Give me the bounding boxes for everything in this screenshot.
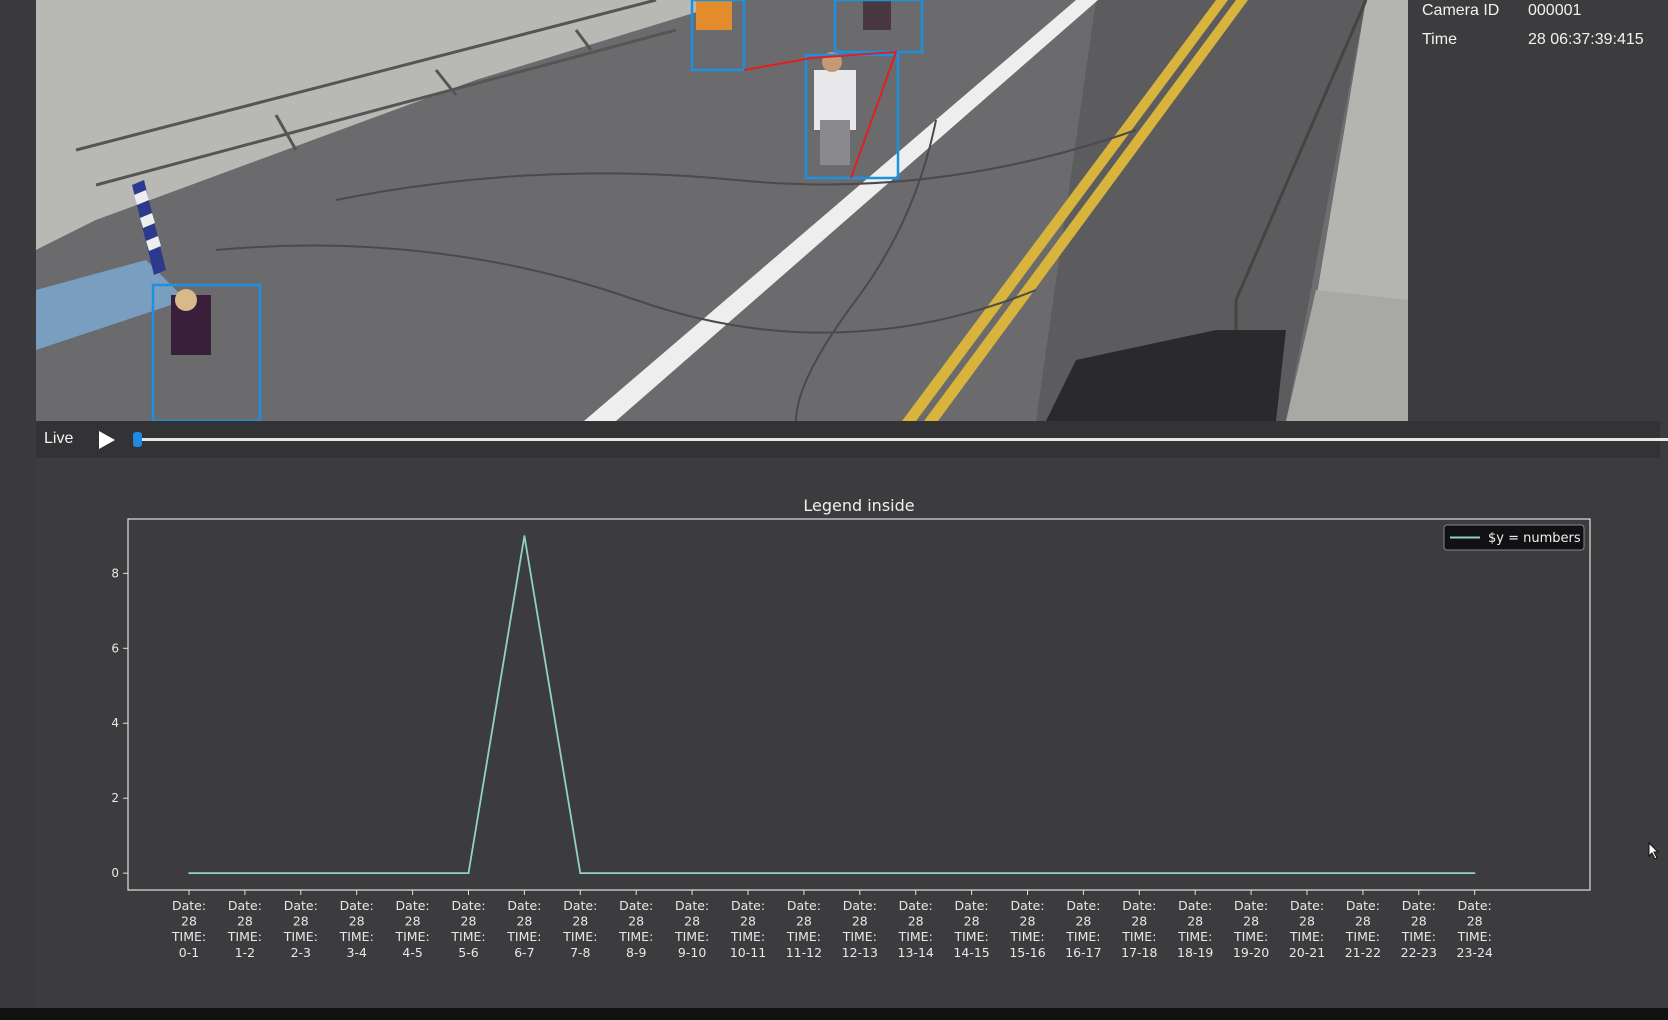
x-tick-label: Date: 28 TIME: 18-19	[1177, 898, 1213, 960]
data-point	[523, 535, 526, 537]
live-button[interactable]: Live	[44, 430, 73, 448]
data-point	[244, 872, 246, 874]
x-tick-label: Date: 28 TIME: 14-15	[953, 898, 989, 960]
data-point	[635, 872, 637, 874]
chart-panel: Legend inside 0 2 4 6 8 Date: 28 TIME: 0-1 Date: 28…	[36, 458, 1668, 1008]
camera-id-value: 000001	[1528, 2, 1582, 19]
series-line	[189, 535, 1475, 875]
plot-frame	[127, 518, 1591, 891]
data-point	[411, 872, 414, 874]
x-tick-label: Date: 28 TIME: 4-5	[394, 898, 429, 960]
bottom-bar	[0, 1008, 1668, 1020]
y-tick-label: 2	[111, 791, 119, 805]
data-point	[1306, 872, 1308, 874]
video-panel: Camera ID 000001 Time 28 06:37:39:415 Li…	[36, 0, 1668, 458]
x-tick-label: Date: 28 TIME: 20-21	[1289, 898, 1325, 960]
time-value: 28 06:37:39:415	[1528, 31, 1644, 48]
timeline-thumb[interactable]	[133, 432, 142, 447]
data-point	[1138, 872, 1141, 874]
player-controls: Live	[36, 421, 1668, 458]
x-tick-label: Date: 28 TIME: 16-17	[1065, 898, 1101, 960]
data-point	[1194, 872, 1196, 874]
x-tick-label: Date: 28 TIME: 9-10	[674, 898, 709, 960]
x-tick-label: Date: 28 TIME: 2-3	[283, 898, 318, 960]
time-label: Time	[1422, 31, 1457, 48]
camera-info-panel: Camera ID 000001 Time 28 06:37:39:415	[1408, 0, 1660, 421]
camera-feed-image	[36, 0, 1408, 421]
x-tick-label: Date: 28 TIME: 0-1	[171, 898, 206, 960]
x-tick-label: Date: 28 TIME: 1-2	[227, 898, 262, 960]
legend-label: $y = numbers	[1488, 531, 1581, 546]
x-tick-label: Date: 28 TIME: 23-24	[1457, 898, 1493, 960]
data-point	[300, 872, 302, 874]
mouse-cursor-icon	[1648, 842, 1660, 860]
y-tick-label: 4	[111, 716, 119, 730]
y-tick-label: 6	[111, 641, 119, 655]
play-icon[interactable]	[96, 430, 116, 450]
data-point	[467, 872, 470, 874]
data-point	[1418, 872, 1420, 874]
data-point	[1473, 872, 1476, 874]
x-tick-label: Date: 28 TIME: 13-14	[898, 898, 934, 960]
person-3	[696, 0, 732, 30]
data-point	[1082, 872, 1085, 874]
camera-feed[interactable]	[36, 0, 1408, 421]
data-point	[188, 872, 190, 874]
x-tick-label: Date: 28 TIME: 22-23	[1401, 898, 1437, 960]
data-point	[747, 872, 749, 874]
data-point	[1362, 872, 1364, 874]
data-point	[859, 872, 861, 874]
x-tick-label: Date: 28 TIME: 8-9	[618, 898, 653, 960]
person-1	[171, 289, 211, 355]
x-tick-label: Date: 28 TIME: 7-8	[562, 898, 597, 960]
left-margin	[0, 0, 36, 1008]
data-point	[355, 872, 358, 874]
camera-id-label: Camera ID	[1422, 2, 1500, 19]
x-tick-label: Date: 28 TIME: 19-20	[1233, 898, 1269, 960]
y-tick-label: 8	[111, 566, 119, 580]
x-tick-label: Date: 28 TIME: 11-12	[786, 898, 822, 960]
timeline-slider[interactable]	[138, 438, 1668, 441]
x-tick-label: Date: 28 TIME: 3-4	[339, 898, 374, 960]
data-point	[914, 872, 917, 874]
x-tick-label: Date: 28 TIME: 15-16	[1009, 898, 1045, 960]
x-tick-label: Date: 28 TIME: 21-22	[1345, 898, 1381, 960]
x-tick-label: Date: 28 TIME: 10-11	[730, 898, 766, 960]
data-point	[803, 872, 805, 874]
data-point	[691, 872, 693, 874]
data-point	[1026, 872, 1029, 874]
chart-title: Legend inside	[803, 496, 914, 515]
x-tick-label: Date: 28 TIME: 12-13	[842, 898, 878, 960]
x-tick-label: Date: 28 TIME: 5-6	[450, 898, 485, 960]
x-tick-label: Date: 28 TIME: 17-18	[1121, 898, 1157, 960]
y-tick-label: 0	[111, 866, 119, 880]
data-point	[970, 872, 973, 874]
data-point	[579, 872, 582, 874]
data-point	[1250, 872, 1252, 874]
x-tick-label: Date: 28 TIME: 6-7	[506, 898, 541, 960]
person-4	[863, 0, 891, 30]
line-chart: Legend inside 0 2 4 6 8 Date: 28 TIME: 0-1 Date: 28…	[111, 496, 1591, 960]
